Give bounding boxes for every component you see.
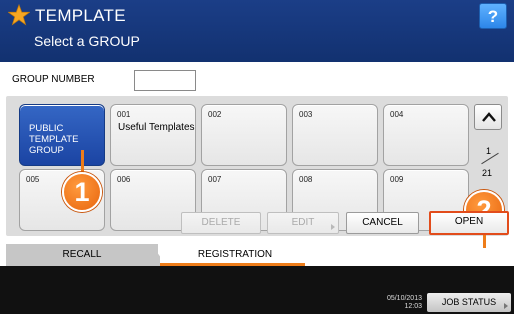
group-tile-001[interactable]: 001 Useful Templates: [110, 104, 196, 166]
delete-button[interactable]: DELETE: [181, 212, 261, 234]
group-tile-public[interactable]: PUBLIC TEMPLATE GROUP: [19, 104, 105, 166]
group-tile-number: 005: [26, 175, 40, 184]
group-tile-number: 006: [117, 175, 131, 184]
group-tile-003[interactable]: 003: [292, 104, 378, 166]
callout-badge-1: 1: [62, 172, 102, 212]
group-tile-number: 007: [208, 175, 222, 184]
group-tile-number: 009: [390, 175, 404, 184]
job-status-label: JOB STATUS: [441, 297, 497, 307]
submenu-arrow-icon: [331, 224, 335, 230]
group-tile-number: 008: [299, 175, 313, 184]
open-button[interactable]: OPEN: [429, 211, 509, 235]
page-subtitle: Select a GROUP: [34, 33, 140, 49]
group-number-label: GROUP NUMBER: [12, 74, 95, 85]
page-title: TEMPLATE: [35, 6, 126, 25]
chevron-up-icon: [482, 112, 496, 122]
group-tile-002[interactable]: 002: [201, 104, 287, 166]
job-status-button[interactable]: JOB STATUS: [427, 293, 511, 312]
star-icon: [8, 4, 30, 26]
edit-button-label: EDIT: [291, 217, 315, 228]
tab-recall-label: RECALL: [62, 249, 102, 260]
status-date: 05/10/2013: [386, 295, 422, 302]
status-time: 12:03: [404, 303, 422, 310]
total-pages: 21: [482, 168, 493, 178]
group-tile-number: 004: [390, 110, 404, 119]
group-tile-number: 003: [299, 110, 313, 119]
cancel-button-label: CANCEL: [362, 217, 403, 228]
group-tile-number: 002: [208, 110, 222, 119]
tab-registration-label: REGISTRATION: [197, 249, 273, 260]
delete-button-label: DELETE: [201, 217, 241, 228]
group-number-field[interactable]: [134, 70, 196, 91]
page-up-button[interactable]: [474, 104, 502, 130]
current-page: 1: [486, 146, 492, 156]
tab-recall[interactable]: RECALL: [6, 244, 158, 266]
submenu-arrow-icon: [504, 303, 508, 309]
group-tile-name: PUBLIC TEMPLATE GROUP: [29, 123, 79, 156]
date-time: 05/10/2013 12:03: [366, 295, 422, 311]
group-tile-004[interactable]: 004: [383, 104, 469, 166]
open-button-label: OPEN: [454, 216, 484, 227]
edit-button[interactable]: EDIT: [267, 212, 339, 234]
group-tile-number: 001: [117, 110, 131, 119]
callout-line-1: [81, 150, 84, 174]
help-button[interactable]: ?: [479, 3, 507, 29]
group-tile-name: Useful Templates: [118, 122, 195, 133]
title-bar: TEMPLATE Select a GROUP: [0, 0, 514, 62]
cancel-button[interactable]: CANCEL: [346, 212, 419, 234]
